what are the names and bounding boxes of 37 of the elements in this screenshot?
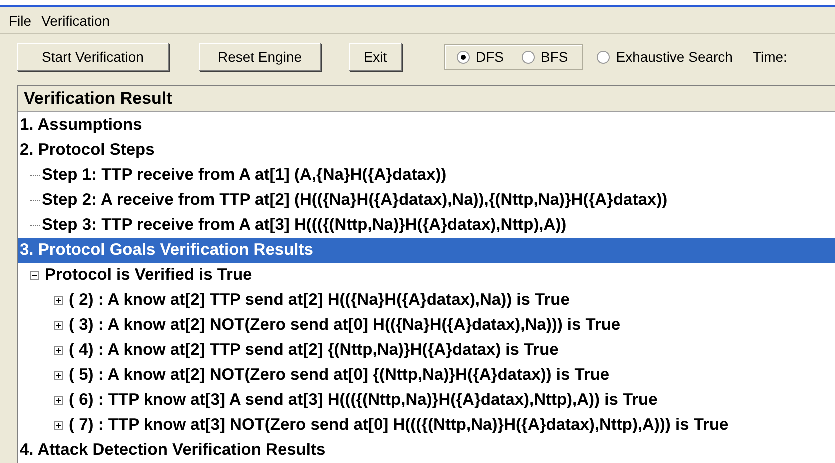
panel-header: Verification Result xyxy=(18,86,835,112)
expander-icon[interactable] xyxy=(54,396,63,405)
radio-label[interactable]: DFS xyxy=(476,49,504,65)
tree-item[interactable]: ( 6) : TTP know at[3] A send at[3] H((({(Nttp,Na)}H({A}datax),Nttp),A)) is True xyxy=(18,388,835,413)
tree-item[interactable]: ( 5) : A know at[2] NOT(Zero send at[0] {(Nttp,Na)}H({A}datax)) is True xyxy=(18,363,835,388)
time-label: Time: xyxy=(752,49,788,65)
tree-item[interactable]: 1. Assumptions xyxy=(18,113,835,138)
tree-item[interactable]: 4. Attack Detection Verification Results xyxy=(18,438,835,463)
tree-connector xyxy=(30,224,40,226)
tree-item[interactable]: ( 7) : TTP know at[3] NOT(Zero send at[0] H((({(Nttp,Na)}H({A}datax),Nttp),A))) is True xyxy=(18,413,835,438)
expander-icon[interactable] xyxy=(54,346,63,355)
tree-item[interactable]: Protocol is Verified is True xyxy=(18,263,835,288)
expander-icon[interactable] xyxy=(54,321,63,330)
menu-item[interactable]: Verification xyxy=(42,13,110,29)
toolbar-button[interactable]: Exit xyxy=(349,43,402,71)
tree-item[interactable]: ( 4) : A know at[2] TTP send at[2] {(Nttp,Na)}H({A}datax) is True xyxy=(18,338,835,363)
radio-label[interactable]: BFS xyxy=(541,49,568,65)
expander-icon[interactable] xyxy=(30,271,39,280)
tree-item[interactable]: 2. Protocol Steps xyxy=(18,138,835,163)
tree-item[interactable]: Step 1: TTP receive from A at[1] (A,{Na}H({A}datax)) xyxy=(18,163,835,188)
expander-icon[interactable] xyxy=(54,296,63,305)
tree-item[interactable]: Step 2: A receive from TTP at[2] (H(({Na}H({A}datax),Na)),{(Nttp,Na)}H({A}datax)) xyxy=(18,188,835,213)
tree-item[interactable]: ( 3) : A know at[2] NOT(Zero send at[0] H(({Na}H({A}datax),Na))) is True xyxy=(18,313,835,338)
radio-button[interactable] xyxy=(522,50,535,64)
expander-icon[interactable] xyxy=(54,421,63,430)
toolbar-button[interactable]: Start Verification xyxy=(17,43,169,71)
tree-connector xyxy=(30,174,40,176)
tree-connector xyxy=(30,200,40,202)
tree-item[interactable]: 3. Protocol Goals Verification Results xyxy=(18,238,835,263)
radio-button[interactable] xyxy=(457,50,470,64)
menu-item[interactable]: File xyxy=(9,13,32,29)
toolbar-button[interactable]: Reset Engine xyxy=(199,43,321,71)
radio-button[interactable] xyxy=(597,50,610,64)
tree-item[interactable]: Step 3: TTP receive from A at[3] H((({(Nttp,Na)}H({A}datax),Nttp),A)) xyxy=(18,213,835,238)
expander-icon[interactable] xyxy=(54,371,63,380)
tree-item[interactable]: ( 2) : A know at[2] TTP send at[2] H(({Na}H({A}datax),Na)) is True xyxy=(18,288,835,313)
radio-label[interactable]: Exhaustive Search xyxy=(616,49,733,65)
